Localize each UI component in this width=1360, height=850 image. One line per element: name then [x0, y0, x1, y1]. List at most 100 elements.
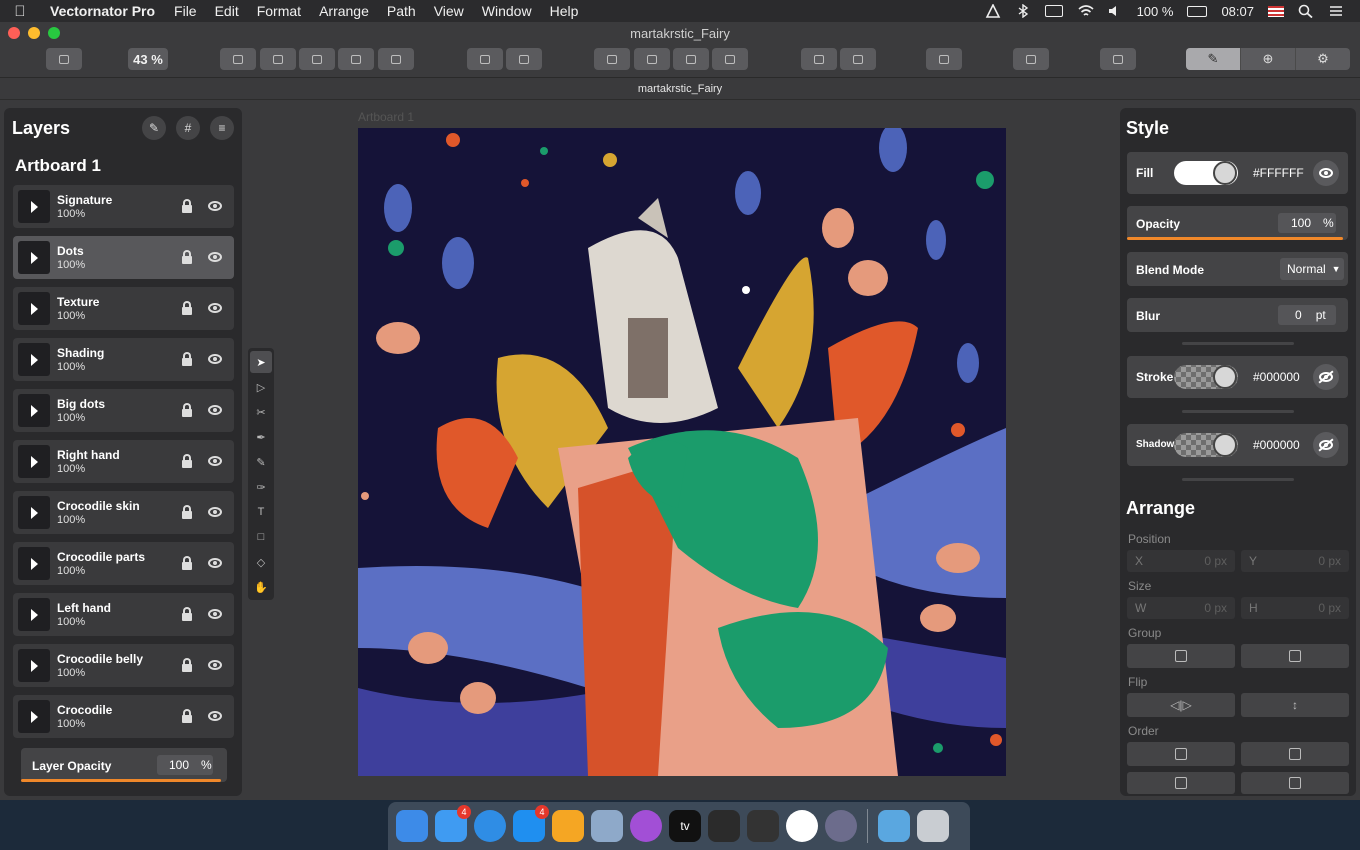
disclosure-triangle-icon[interactable] [30, 608, 38, 621]
bring-forward-button[interactable] [634, 48, 670, 70]
brush-tool[interactable]: ✑ [250, 476, 272, 498]
menu-arrange[interactable]: Arrange [310, 3, 378, 19]
group-objects-button[interactable] [1127, 644, 1235, 668]
text-to-path-button[interactable] [926, 48, 962, 70]
distribute-button[interactable] [840, 48, 876, 70]
lock-icon[interactable] [182, 454, 192, 468]
image-button[interactable] [1013, 48, 1049, 70]
menu-view[interactable]: View [425, 3, 473, 19]
menu-edit[interactable]: Edit [206, 3, 248, 19]
size-w-field[interactable]: W 0 px [1127, 597, 1235, 619]
eye-icon[interactable] [208, 456, 222, 466]
apple-tv-icon[interactable]: tv [669, 810, 701, 842]
eye-icon[interactable] [208, 252, 222, 262]
messages-icon[interactable]: 4 [435, 805, 471, 842]
home-icon[interactable] [552, 810, 584, 842]
layer-opacity-slider[interactable] [21, 779, 221, 782]
fill-eyedropper-icon[interactable] [1213, 161, 1237, 185]
app-menu[interactable]: Vectornator Pro [40, 3, 165, 19]
search-icon[interactable] [1298, 4, 1314, 19]
eye-icon[interactable] [208, 303, 222, 313]
artboard-button[interactable]: # [176, 116, 200, 140]
lock-icon[interactable] [182, 352, 192, 366]
disclosure-triangle-icon[interactable] [30, 506, 38, 519]
opacity-input[interactable]: 100 % [1278, 213, 1336, 233]
disclosure-triangle-icon[interactable] [30, 200, 38, 213]
send-to-back-button[interactable] [712, 48, 748, 70]
vectornator-status-icon[interactable] [985, 3, 1001, 18]
layer-row[interactable]: Right hand 100% [13, 440, 234, 483]
disclosure-triangle-icon[interactable] [30, 659, 38, 672]
eye-icon[interactable] [208, 354, 222, 364]
control-center-icon[interactable] [1328, 4, 1344, 18]
disclosure-triangle-icon[interactable] [30, 557, 38, 570]
eye-icon[interactable] [208, 711, 222, 721]
share-button[interactable] [1100, 48, 1136, 70]
text-tool[interactable]: T [250, 501, 272, 523]
document-tab[interactable]: martakrstic_Fairy [0, 78, 1360, 100]
lock-icon[interactable] [182, 709, 192, 723]
flip-vertical-button[interactable]: ↕ [1241, 693, 1349, 717]
apple-menu-icon[interactable]:  [0, 3, 40, 20]
battery-icon[interactable] [1187, 5, 1208, 17]
layer-row[interactable]: Crocodile parts 100% [13, 542, 234, 585]
blur-input[interactable]: 0 pt [1278, 305, 1336, 325]
eye-icon[interactable] [208, 609, 222, 619]
shadow-hex[interactable]: #000000 [1253, 438, 1300, 452]
bring-forward-order-button[interactable] [1241, 742, 1349, 766]
layer-row[interactable]: Crocodile skin 100% [13, 491, 234, 534]
lock-icon[interactable] [182, 607, 192, 621]
settings-tab[interactable]: ⚙ [1295, 48, 1350, 70]
lock-icon[interactable] [182, 403, 192, 417]
position-x-field[interactable]: X 0 px [1127, 550, 1235, 572]
shadow-visibility-toggle[interactable] [1313, 432, 1339, 458]
layer-row[interactable]: Big dots 100% [13, 389, 234, 432]
disclosure-triangle-icon[interactable] [30, 710, 38, 723]
send-backward-order-button[interactable] [1127, 772, 1235, 794]
bring-to-front-order-button[interactable] [1127, 742, 1235, 766]
lock-icon[interactable] [182, 301, 192, 315]
slack-icon[interactable] [786, 810, 818, 842]
app-store-icon[interactable]: 4 [513, 805, 549, 842]
volume-icon[interactable] [1107, 4, 1123, 18]
lock-icon[interactable] [182, 658, 192, 672]
shape-tool[interactable]: □ [250, 526, 272, 548]
group-button[interactable] [467, 48, 503, 70]
disclosure-triangle-icon[interactable] [30, 251, 38, 264]
layer-row[interactable]: Shading 100% [13, 338, 234, 381]
disclosure-triangle-icon[interactable] [30, 353, 38, 366]
eye-icon[interactable] [208, 507, 222, 517]
finder-icon[interactable] [396, 810, 428, 842]
eye-icon[interactable] [208, 558, 222, 568]
edit-layers-button[interactable]: ✎ [142, 116, 166, 140]
hand-tool[interactable]: ✋ [250, 576, 272, 598]
final-cut-pro-icon[interactable] [747, 810, 779, 842]
ungroup-button[interactable] [506, 48, 542, 70]
boolean-divide-button[interactable] [378, 48, 414, 70]
menu-window[interactable]: Window [473, 3, 541, 19]
send-to-back-order-button[interactable] [1241, 772, 1349, 794]
fill-hex[interactable]: #FFFFFF [1253, 166, 1304, 180]
stroke-visibility-toggle[interactable] [1313, 364, 1339, 390]
layer-opacity-input[interactable]: 100 % [157, 755, 213, 775]
bring-to-front-button[interactable] [594, 48, 630, 70]
size-h-field[interactable]: H 0 px [1241, 597, 1349, 619]
eraser-tool[interactable]: ◇ [250, 551, 272, 573]
opacity-slider[interactable] [1127, 237, 1343, 240]
preview-icon[interactable] [591, 810, 623, 842]
eye-icon[interactable] [208, 405, 222, 415]
align-button[interactable] [801, 48, 837, 70]
flip-horizontal-button[interactable]: ◁|▷ [1127, 693, 1235, 717]
position-y-field[interactable]: Y 0 px [1241, 550, 1349, 572]
safari-icon[interactable] [474, 810, 506, 842]
boolean-exclude-button[interactable] [338, 48, 374, 70]
shadow-eyedropper-icon[interactable] [1213, 433, 1237, 457]
layer-row[interactable]: Crocodile belly 100% [13, 644, 234, 687]
fill-visibility-toggle[interactable] [1313, 160, 1339, 186]
stroke-eyedropper-icon[interactable] [1213, 365, 1237, 389]
layer-row[interactable]: Crocodile 100% [13, 695, 234, 738]
layers-toggle-button[interactable] [46, 48, 82, 70]
disclosure-triangle-icon[interactable] [30, 302, 38, 315]
disclosure-triangle-icon[interactable] [30, 404, 38, 417]
wifi-icon[interactable] [1077, 4, 1094, 18]
